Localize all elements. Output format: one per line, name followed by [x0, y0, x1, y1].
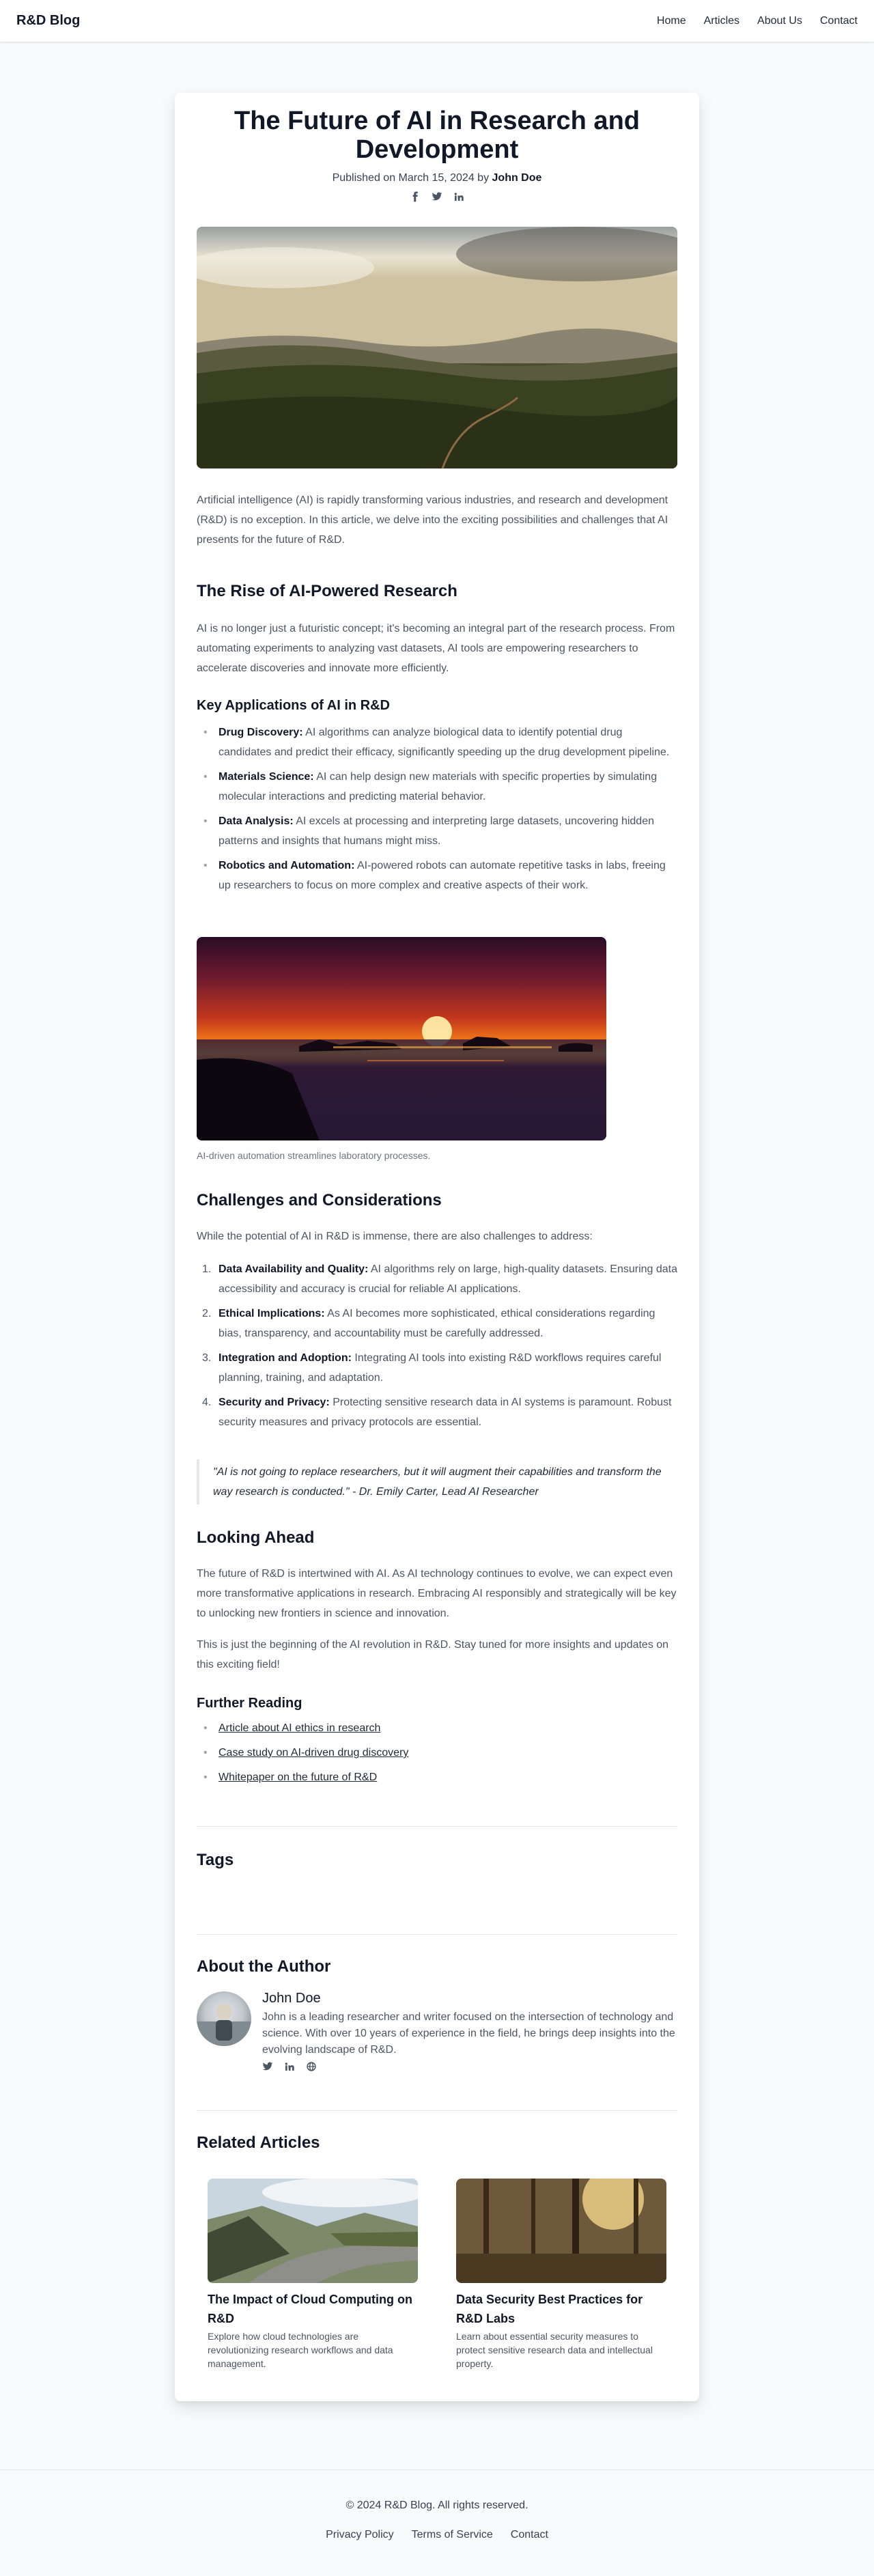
list-item: 4. Security and Privacy: Protecting sensi…: [202, 1397, 672, 1428]
intro-paragraph: Artificial intelligence (AI) is rapidly …: [197, 494, 668, 546]
nav-about-us[interactable]: About Us: [757, 15, 802, 27]
applications-list: Drug Discovery: AI algorithms can analyz…: [197, 723, 677, 900]
list-item: Article about AI ethics in research: [197, 1718, 677, 1738]
author-bio: John is a leading researcher and writer …: [262, 2011, 675, 2056]
footer-divider: [0, 2469, 874, 2470]
divider: [197, 1826, 677, 1827]
related-article-description: Explore how cloud technologies are revol…: [208, 2331, 393, 2369]
heading-looking-ahead: Looking Ahead: [197, 1528, 315, 1547]
reading-link-whitepaper[interactable]: Whitepaper on the future of R&D: [218, 1772, 377, 1783]
nav-contact[interactable]: Contact: [820, 15, 858, 27]
list-item: Materials Science: AI can help design ne…: [197, 767, 677, 807]
footer-links: Privacy Policy Terms of Service Contact: [0, 2529, 874, 2541]
copyright: © 2024 R&D Blog. All rights reserved.: [346, 2500, 528, 2511]
related-article-title[interactable]: The Impact of Cloud Computing on R&D: [208, 2290, 418, 2328]
article-meta: Published on March 15, 2024 by John Doe: [197, 172, 677, 184]
related-article-title[interactable]: Data Security Best Practices for R&D Lab…: [456, 2290, 666, 2328]
main-nav: Home Articles About Us Contact: [657, 15, 858, 27]
heading-challenges: Challenges and Considerations: [197, 1191, 442, 1209]
share-links: [197, 191, 677, 202]
linkedin-icon[interactable]: [284, 2061, 295, 2072]
challenges-list: 1. Data Availability and Quality: AI algo…: [197, 1259, 677, 1437]
list-item: Drug Discovery: AI algorithms can analyz…: [197, 723, 677, 762]
nav-articles[interactable]: Articles: [704, 15, 739, 27]
related-article-card[interactable]: Data Security Best Practices for R&D Lab…: [456, 2179, 666, 2370]
lab-automation-image: [197, 937, 606, 1140]
article-card: The Future of AI in Research and Develop…: [175, 93, 699, 2401]
article-title: The Future of AI in Research and Develop…: [234, 107, 640, 164]
hero-image: [197, 227, 677, 468]
heading-related-articles: Related Articles: [197, 2133, 320, 2152]
heading-applications: Key Applications of AI in R&D: [197, 698, 390, 713]
footer-contact[interactable]: Contact: [511, 2529, 548, 2541]
facebook-icon[interactable]: [410, 191, 421, 202]
related-article-card[interactable]: The Impact of Cloud Computing on R&D Exp…: [208, 2179, 418, 2370]
related-article-image: [456, 2179, 666, 2283]
linkedin-icon[interactable]: [453, 191, 464, 202]
related-article-description: Learn about essential security measures …: [456, 2331, 653, 2369]
challenges-intro: While the potential of AI in R&D is imme…: [197, 1231, 593, 1242]
heading-tags: Tags: [197, 1851, 234, 1869]
published-date: Published on March 15, 2024 by: [332, 172, 492, 184]
list-item: Robotics and Automation: AI-powered robo…: [197, 856, 677, 895]
related-article-image: [208, 2179, 418, 2283]
author-social-links: [262, 2061, 317, 2072]
rise-paragraph: AI is no longer just a futuristic concep…: [197, 623, 675, 674]
heading-about-author: About the Author: [197, 1957, 331, 1976]
twitter-icon[interactable]: [432, 191, 442, 202]
globe-icon[interactable]: [306, 2061, 317, 2072]
image-caption: AI-driven automation streamlines laborat…: [197, 1150, 431, 1161]
heading-further-reading: Further Reading: [197, 1696, 302, 1711]
list-item: Data Analysis: AI excels at processing a…: [197, 811, 677, 851]
heading-rise: The Rise of AI-Powered Research: [197, 582, 457, 600]
footer-terms-of-service[interactable]: Terms of Service: [412, 2529, 493, 2541]
further-reading-list: Article about AI ethics in research Case…: [197, 1718, 677, 1792]
pull-quote: "AI is not going to replace researchers,…: [197, 1459, 677, 1504]
reading-link-drug-discovery[interactable]: Case study on AI-driven drug discovery: [218, 1747, 408, 1759]
list-item: Whitepaper on the future of R&D: [197, 1767, 677, 1787]
list-item: 1. Data Availability and Quality: AI algo…: [202, 1263, 678, 1295]
author-name: John Doe: [262, 1991, 321, 2006]
footer-privacy-policy[interactable]: Privacy Policy: [326, 2529, 394, 2541]
divider: [197, 2110, 677, 2111]
reading-link-ai-ethics[interactable]: Article about AI ethics in research: [218, 1722, 380, 1734]
divider: [197, 1934, 677, 1935]
author-avatar: [197, 1991, 251, 2046]
brand-logo[interactable]: R&D Blog: [16, 13, 80, 29]
list-item: Case study on AI-driven drug discovery: [197, 1743, 677, 1763]
list-item: 3. Integration and Adoption: Integrating …: [202, 1352, 662, 1384]
author-link[interactable]: John Doe: [492, 172, 542, 184]
looking-ahead-paragraph-1: The future of R&D is intertwined with AI…: [197, 1568, 677, 1619]
looking-ahead-paragraph-2: This is just the beginning of the AI rev…: [197, 1639, 669, 1670]
site-header: R&D Blog Home Articles About Us Contact: [0, 0, 874, 42]
twitter-icon[interactable]: [262, 2061, 273, 2072]
nav-home[interactable]: Home: [657, 15, 686, 27]
list-item: 2. Ethical Implications: As AI becomes mo…: [202, 1308, 656, 1339]
